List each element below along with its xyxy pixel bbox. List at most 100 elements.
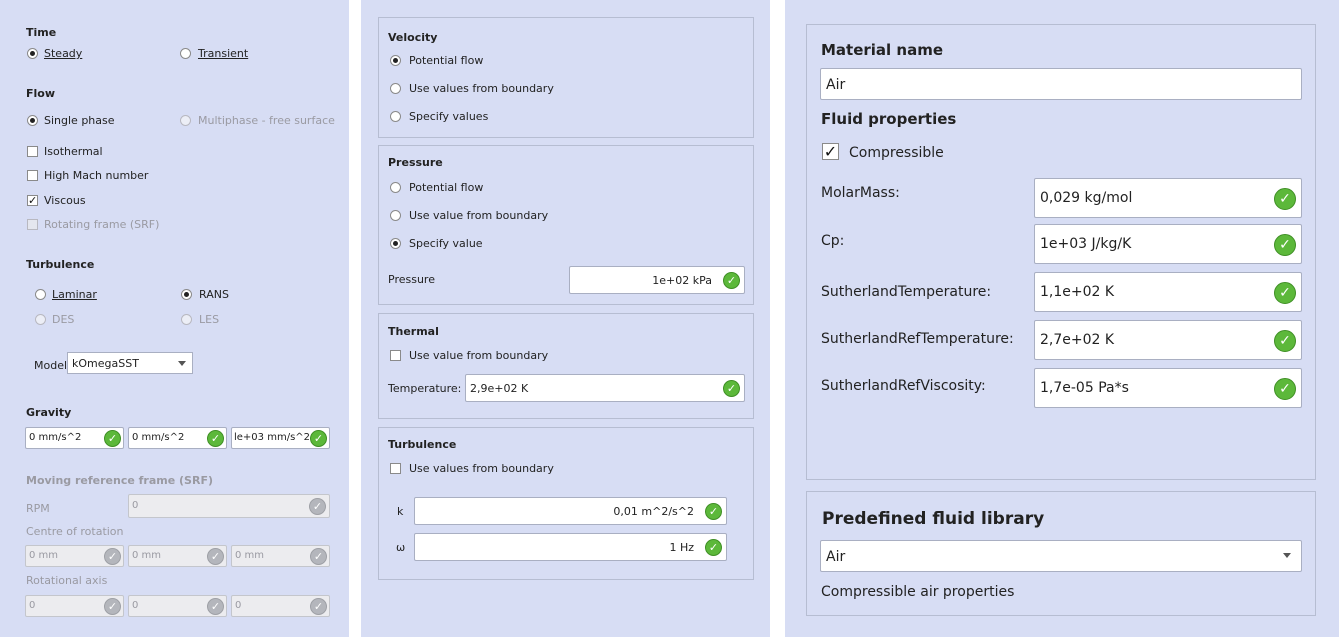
gravity-y-field[interactable]: 0 mm/s^2 ✓ [128,427,227,449]
fluid-properties-heading: Fluid properties [821,110,957,128]
library-description: Compressible air properties [821,584,1015,600]
centre-y-value: 0 mm [132,550,162,561]
pressure-potential-label: Potential flow [409,181,484,194]
centre-label: Centre of rotation [26,525,124,538]
check-circle-icon: ✓ [310,548,327,565]
material-name-input[interactable]: Air [820,68,1302,100]
model-label: Model [34,359,68,372]
gravity-z-field[interactable]: le+03 mm/s^2 ✓ [231,427,330,449]
check-circle-icon: ✓ [1274,330,1296,352]
chevron-down-icon [178,361,186,366]
rotating-frame-checkbox[interactable] [27,219,38,230]
velocity-potential-radio[interactable] [390,55,401,66]
check-circle-icon: ✓ [723,272,740,289]
pressure-label: Pressure [388,273,435,286]
axis-y-field[interactable]: 0 ✓ [128,595,227,617]
physics-panel: Time Steady Transient Flow Single phase … [0,0,349,637]
viscous-checkbox[interactable]: ✓ [27,195,38,206]
srf-heading: Moving reference frame (SRF) [26,474,213,487]
steady-radio[interactable] [27,48,38,59]
library-value: Air [826,549,846,565]
rpm-field[interactable]: 0 ✓ [128,494,330,518]
k-field[interactable]: 0,01 m^2/s^2 ✓ [414,497,727,525]
check-circle-icon: ✓ [207,598,224,615]
axis-y-value: 0 [132,600,139,611]
single-phase-label: Single phase [44,114,115,127]
sutherland-ref-temp-field[interactable]: 2,7e+02 K ✓ [1034,320,1302,360]
high-mach-checkbox[interactable] [27,170,38,181]
sutherland-ref-temp-value: 2,7e+02 K [1040,332,1115,348]
prop-label-cp: Cp: [821,233,845,249]
initial-conditions-panel: Velocity Potential flow Use values from … [361,0,770,637]
check-circle-icon: ✓ [1274,234,1296,256]
temperature-field[interactable]: 2,9e+02 K ✓ [465,374,745,402]
centre-y-field[interactable]: 0 mm ✓ [128,545,227,567]
axis-x-field[interactable]: 0 ✓ [25,595,124,617]
pressure-specify-radio[interactable] [390,238,401,249]
pressure-value: 1e+02 kPa [652,274,712,287]
check-circle-icon: ✓ [104,430,121,447]
velocity-specify-radio[interactable] [390,111,401,122]
check-circle-icon: ✓ [705,539,722,556]
isothermal-label: Isothermal [44,145,103,158]
check-circle-icon: ✓ [1274,282,1296,304]
sutherland-temp-field[interactable]: 1,1e+02 K ✓ [1034,272,1302,312]
viscous-label: Viscous [44,194,86,207]
high-mach-label: High Mach number [44,169,149,182]
axis-label: Rotational axis [26,574,108,587]
prop-label-molarmass: MolarMass: [821,185,900,201]
library-select[interactable]: Air [820,540,1302,572]
check-circle-icon: ✓ [207,548,224,565]
isothermal-checkbox[interactable] [27,146,38,157]
centre-x-field[interactable]: 0 mm ✓ [25,545,124,567]
rans-radio[interactable] [181,289,192,300]
velocity-boundary-radio[interactable] [390,83,401,94]
pressure-boundary-radio[interactable] [390,210,401,221]
gravity-x-field[interactable]: 0 mm/s^2 ✓ [25,427,124,449]
k-value: 0,01 m^2/s^2 [613,505,694,518]
check-circle-icon: ✓ [310,430,327,447]
des-label: DES [52,313,75,326]
check-circle-icon: ✓ [1274,378,1296,400]
sutherland-ref-visc-field[interactable]: 1,7e-05 Pa*s ✓ [1034,368,1302,408]
velocity-potential-label: Potential flow [409,54,484,67]
sutherland-temp-value: 1,1e+02 K [1040,284,1115,300]
rotating-frame-label: Rotating frame (SRF) [44,218,160,231]
time-heading: Time [26,26,57,39]
gravity-x-value: 0 mm/s^2 [29,432,82,443]
molarmass-field[interactable]: 0,029 kg/mol ✓ [1034,178,1302,218]
axis-z-value: 0 [235,600,242,611]
check-circle-icon: ✓ [1274,188,1296,210]
compressible-checkbox[interactable]: ✓ [822,143,839,160]
velocity-boundary-label: Use values from boundary [409,82,554,95]
molarmass-value: 0,029 kg/mol [1040,190,1133,206]
turbulence-boundary-checkbox[interactable] [390,463,401,474]
rans-label: RANS [199,288,229,301]
les-radio[interactable] [181,314,192,325]
velocity-specify-label: Specify values [409,110,489,123]
centre-z-field[interactable]: 0 mm ✓ [231,545,330,567]
laminar-radio[interactable] [35,289,46,300]
thermal-boundary-checkbox[interactable] [390,350,401,361]
turbulence-heading: Turbulence [388,438,457,451]
omega-field[interactable]: 1 Hz ✓ [414,533,727,561]
model-select[interactable]: kOmegaSST [67,352,193,374]
axis-x-value: 0 [29,600,36,611]
les-label: LES [199,313,220,326]
material-name-value: Air [826,77,846,93]
pressure-potential-radio[interactable] [390,182,401,193]
centre-z-value: 0 mm [235,550,265,561]
chevron-down-icon [1283,553,1291,558]
transient-radio[interactable] [180,48,191,59]
centre-x-value: 0 mm [29,550,59,561]
pressure-field[interactable]: 1e+02 kPa ✓ [569,266,745,294]
multiphase-radio[interactable] [180,115,191,126]
velocity-heading: Velocity [388,31,438,44]
axis-z-field[interactable]: 0 ✓ [231,595,330,617]
pressure-boundary-label: Use value from boundary [409,209,549,222]
check-circle-icon: ✓ [310,598,327,615]
des-radio[interactable] [35,314,46,325]
single-phase-radio[interactable] [27,115,38,126]
temperature-label: Temperature: [388,382,462,395]
cp-field[interactable]: 1e+03 J/kg/K ✓ [1034,224,1302,264]
